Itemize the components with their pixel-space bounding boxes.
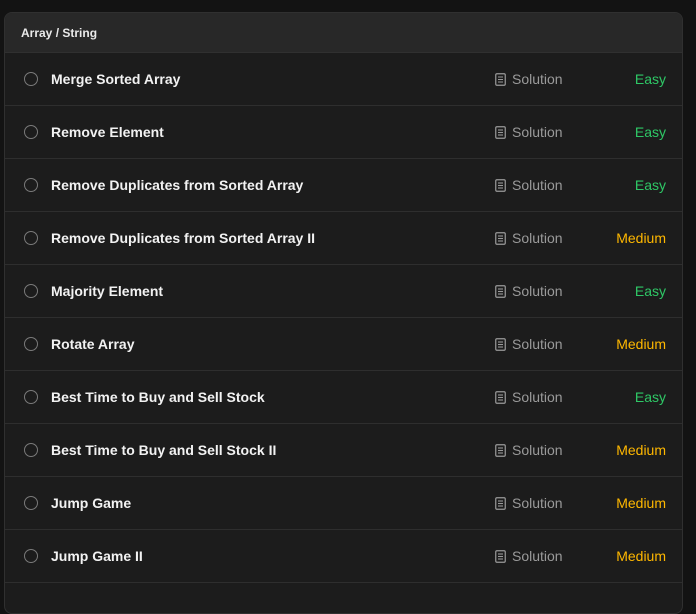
document-icon [495,443,506,457]
solution-link[interactable]: Solution [495,283,563,299]
problem-title[interactable]: Best Time to Buy and Sell Stock [51,389,265,405]
difficulty-badge: Medium [616,336,666,352]
status-circle-icon[interactable] [24,72,38,86]
document-icon [495,390,506,404]
solution-label: Solution [512,230,563,246]
difficulty-badge: Easy [634,389,666,405]
section-title: Array / String [21,25,98,40]
difficulty-badge: Medium [616,548,666,564]
problem-row[interactable]: Remove Element Solution Easy [5,106,682,159]
problem-row[interactable]: Jump Game II Solution Medium [5,530,682,583]
problem-title[interactable]: Best Time to Buy and Sell Stock II [51,442,276,458]
solution-link[interactable]: Solution [495,442,563,458]
difficulty-badge: Medium [616,495,666,511]
document-icon [495,496,506,510]
solution-link[interactable]: Solution [495,230,563,246]
status-circle-icon[interactable] [24,231,38,245]
solution-link[interactable]: Solution [495,389,563,405]
status-circle-icon[interactable] [24,284,38,298]
solution-label: Solution [512,124,563,140]
problem-row[interactable]: Best Time to Buy and Sell Stock Solution… [5,371,682,424]
problem-title[interactable]: Remove Duplicates from Sorted Array [51,177,303,193]
status-circle-icon[interactable] [24,337,38,351]
problem-row[interactable]: Best Time to Buy and Sell Stock II Solut… [5,424,682,477]
solution-link[interactable]: Solution [495,177,563,193]
solution-link[interactable]: Solution [495,336,563,352]
problem-title[interactable]: Rotate Array [51,336,135,352]
solution-label: Solution [512,442,563,458]
problem-title[interactable]: Merge Sorted Array [51,71,180,87]
document-icon [495,549,506,563]
solution-link[interactable]: Solution [495,548,563,564]
solution-label: Solution [512,177,563,193]
status-circle-icon[interactable] [24,496,38,510]
problem-row[interactable]: Merge Sorted Array Solution Easy [5,53,682,106]
document-icon [495,178,506,192]
solution-label: Solution [512,548,563,564]
solution-label: Solution [512,389,563,405]
problem-title[interactable]: Majority Element [51,283,163,299]
document-icon [495,125,506,139]
problem-row[interactable]: Jump Game Solution Medium [5,477,682,530]
problem-row[interactable]: Remove Duplicates from Sorted Array II S… [5,212,682,265]
difficulty-badge: Easy [634,177,666,193]
problem-title[interactable]: Remove Element [51,124,164,140]
document-icon [495,231,506,245]
solution-link[interactable]: Solution [495,124,563,140]
difficulty-badge: Easy [634,283,666,299]
solution-label: Solution [512,283,563,299]
solution-label: Solution [512,495,563,511]
solution-label: Solution [512,71,563,87]
difficulty-badge: Medium [616,230,666,246]
status-circle-icon[interactable] [24,178,38,192]
status-circle-icon[interactable] [24,125,38,139]
status-circle-icon[interactable] [24,549,38,563]
difficulty-badge: Easy [634,124,666,140]
status-circle-icon[interactable] [24,390,38,404]
solution-link[interactable]: Solution [495,71,563,87]
difficulty-badge: Easy [634,71,666,87]
problem-title[interactable]: Remove Duplicates from Sorted Array II [51,230,315,246]
difficulty-badge: Medium [616,442,666,458]
problem-row[interactable]: Majority Element Solution Easy [5,265,682,318]
solution-link[interactable]: Solution [495,495,563,511]
document-icon [495,72,506,86]
problem-list-panel: Array / String Merge Sorted Array Soluti… [4,12,683,614]
problem-title[interactable]: Jump Game [51,495,131,511]
document-icon [495,337,506,351]
problem-row[interactable]: Rotate Array Solution Medium [5,318,682,371]
solution-label: Solution [512,336,563,352]
section-header[interactable]: Array / String [5,13,682,53]
problem-title[interactable]: Jump Game II [51,548,143,564]
document-icon [495,284,506,298]
status-circle-icon[interactable] [24,443,38,457]
problem-row[interactable]: Remove Duplicates from Sorted Array Solu… [5,159,682,212]
problem-list: Merge Sorted Array Solution Easy Remove … [5,53,682,583]
